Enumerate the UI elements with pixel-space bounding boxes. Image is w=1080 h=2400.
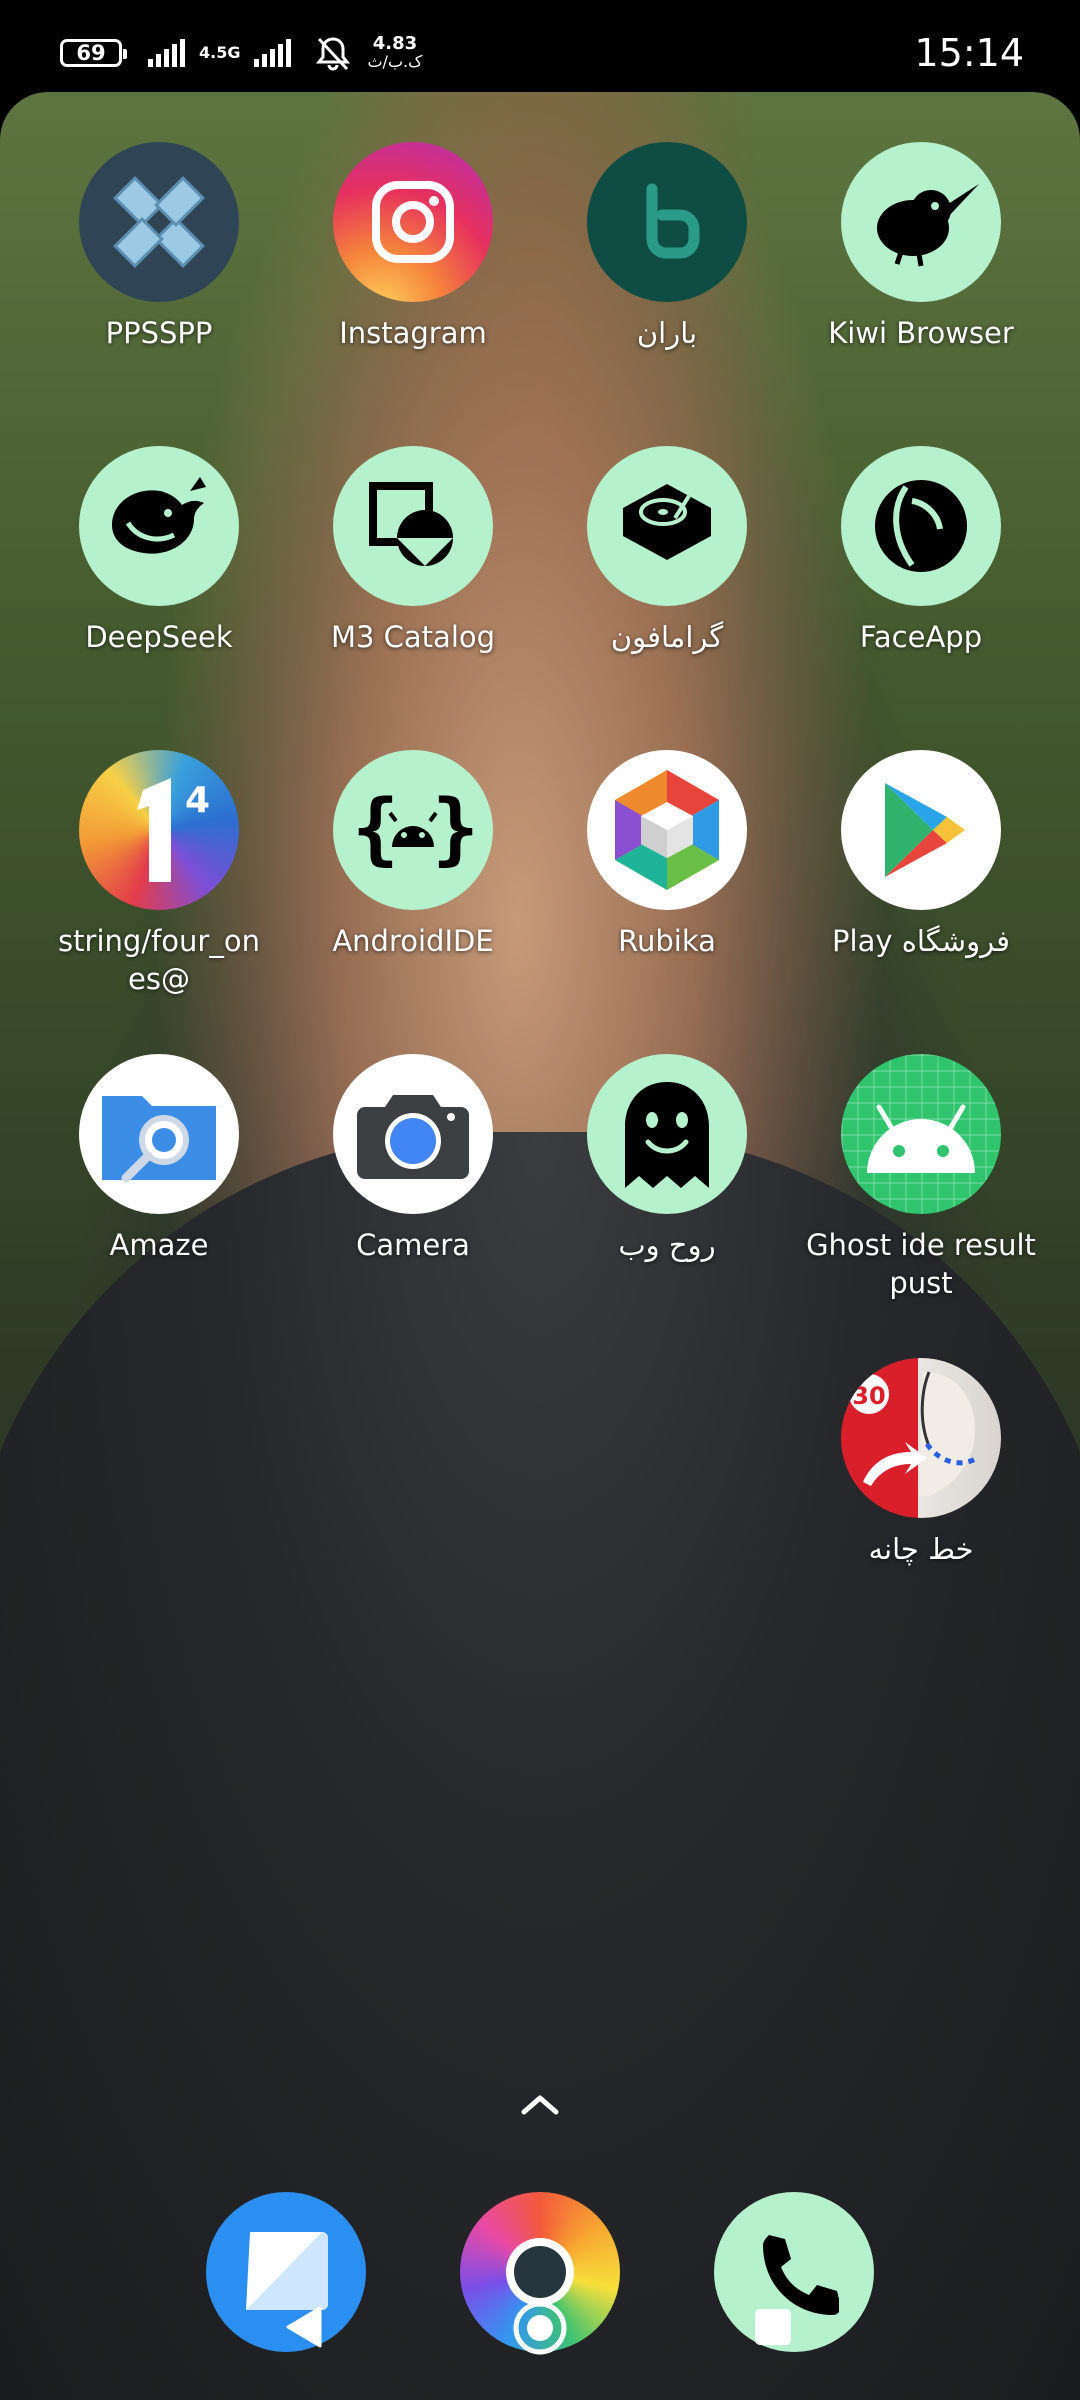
network-speed: 4.83 ک.ب/ث [367, 35, 422, 71]
svg-text:{: { [352, 784, 399, 874]
m3-catalog-icon [333, 446, 493, 606]
app-jawline[interactable]: 30 خط چانه [806, 1358, 1036, 1568]
app-gramafon[interactable]: گرامافون [552, 446, 782, 656]
signal-strength-icon [148, 39, 185, 67]
status-icons: 69 4.5G 4.83 ک.ب/ث [60, 28, 422, 78]
deepseek-whale-icon [79, 446, 239, 606]
app-amaze[interactable]: Amaze [44, 1054, 274, 1264]
kiwi-bird-icon [841, 142, 1001, 302]
speed-unit: ک.ب/ث [367, 52, 423, 71]
speed-value: 4.83 [372, 33, 418, 54]
android-braces-icon: { } [333, 750, 493, 910]
app-label: Rubika [618, 924, 716, 958]
app-ghost-ide-result[interactable]: Ghost ide result pust [806, 1054, 1036, 1302]
app-deepseek[interactable]: DeepSeek [44, 446, 274, 656]
app-baran[interactable]: باران [552, 142, 782, 352]
rubika-cube-icon [587, 750, 747, 910]
app-camera[interactable]: Camera [298, 1054, 528, 1264]
app-label: Camera [356, 1228, 470, 1262]
camera-icon [333, 1054, 493, 1214]
baran-icon [587, 142, 747, 302]
app-label: Instagram [339, 316, 487, 350]
app-ruh-web[interactable]: روح وب [552, 1054, 782, 1264]
back-triangle-icon [286, 2306, 322, 2348]
recents-button[interactable] [738, 2292, 808, 2362]
app-ppsspp[interactable]: PPSSPP [44, 142, 274, 352]
ppsspp-icon [79, 142, 239, 302]
svg-text:30: 30 [852, 1382, 885, 1410]
instagram-icon [333, 142, 493, 302]
app-label: AndroidIDE [332, 924, 494, 958]
play-store-icon [841, 750, 1001, 910]
network-type: 4.5G [199, 43, 241, 62]
app-rubika[interactable]: Rubika [552, 750, 782, 960]
app-instagram[interactable]: Instagram [298, 142, 528, 352]
battery-level: 69 [76, 41, 106, 65]
home-screen-wallpaper: PPSSPP Instagram باران Kiwi Browser Deep… [0, 92, 1080, 2400]
app-label: DeepSeek [85, 620, 233, 654]
clock: 15:14 [914, 31, 1024, 75]
number-one-icon: 4 [79, 750, 239, 910]
home-circle-icon [513, 2301, 567, 2355]
recents-square-icon [755, 2309, 791, 2345]
turntable-icon [587, 446, 747, 606]
app-label: Play فروشگاه [832, 924, 1010, 958]
app-androidide[interactable]: { } AndroidIDE [298, 750, 528, 960]
svg-text:}: } [432, 784, 478, 874]
app-label: روح وب [618, 1228, 716, 1262]
signal-strength-2-icon [254, 39, 292, 67]
app-play-store[interactable]: Play فروشگاه [806, 750, 1036, 960]
svg-text:4: 4 [185, 780, 210, 821]
faceapp-icon [841, 446, 1001, 606]
home-button[interactable] [502, 2290, 578, 2366]
app-label: string/four_ones@ [58, 924, 260, 996]
app-label: Kiwi Browser [828, 316, 1014, 350]
folder-search-icon [79, 1054, 239, 1214]
android-grid-icon [841, 1054, 1001, 1214]
back-button[interactable] [268, 2292, 338, 2362]
app-drawer-chevron-icon[interactable] [516, 2090, 564, 2120]
app-label: Amaze [109, 1228, 209, 1262]
app-label: خط چانه [868, 1532, 974, 1566]
ghost-icon [587, 1054, 747, 1214]
app-label: Ghost ide result pust [806, 1228, 1036, 1300]
status-bar: 69 4.5G 4.83 ک.ب/ث 15:14 [0, 0, 1080, 100]
app-label: M3 Catalog [330, 620, 496, 654]
muted-bell-icon [316, 37, 351, 71]
app-label: گرامافون [610, 620, 724, 654]
app-label: PPSSPP [105, 316, 213, 350]
app-faceapp[interactable]: FaceApp [806, 446, 1036, 656]
app-label: باران [636, 316, 698, 350]
jawline-face-icon: 30 [841, 1358, 1001, 1518]
app-four-ones[interactable]: 4 string/four_ones@ [44, 750, 274, 998]
app-kiwi-browser[interactable]: Kiwi Browser [806, 142, 1036, 352]
navigation-bar [0, 2280, 1080, 2400]
battery-icon: 69 [60, 39, 127, 67]
app-m3-catalog[interactable]: M3 Catalog [298, 446, 528, 656]
app-label: FaceApp [859, 620, 983, 654]
